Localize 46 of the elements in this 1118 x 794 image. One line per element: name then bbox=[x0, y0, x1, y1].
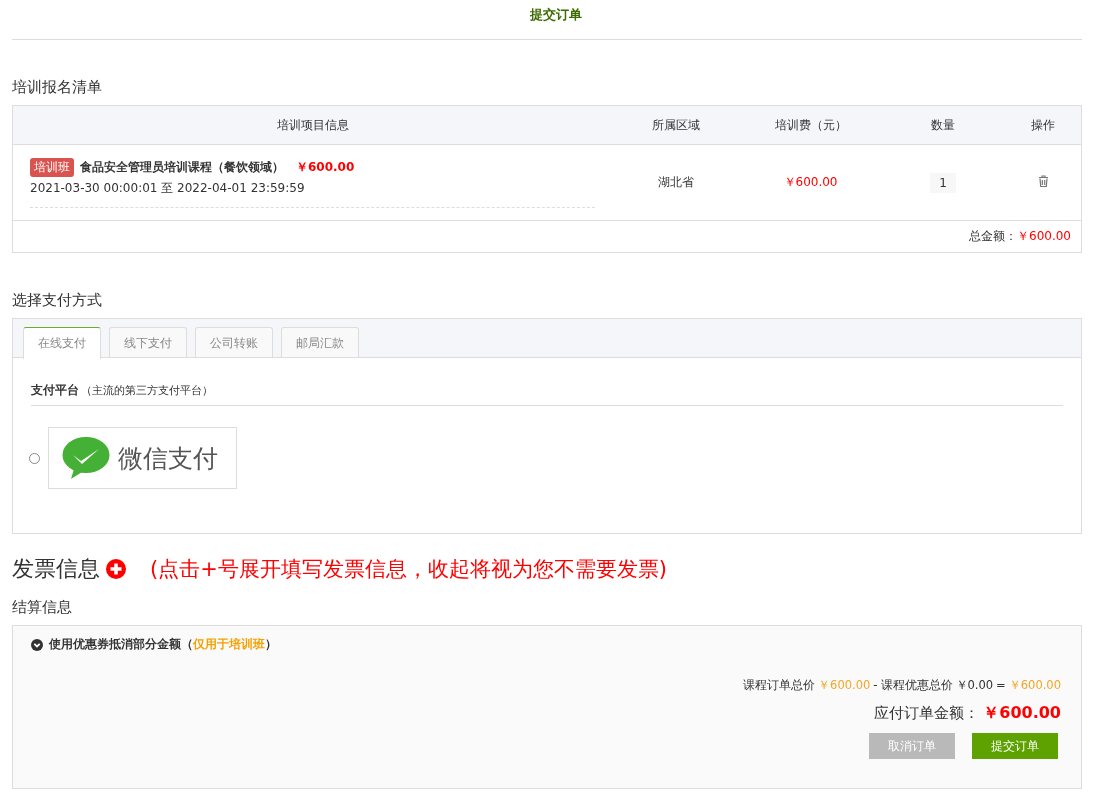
chevron-down-icon[interactable] bbox=[31, 638, 43, 651]
column-header: 数量 bbox=[930, 116, 956, 134]
payment-tab[interactable]: 在线支付 bbox=[23, 327, 101, 359]
payment-tab[interactable]: 公司转账 bbox=[195, 327, 273, 357]
column-header: 所属区域 bbox=[650, 116, 701, 134]
total-label: 总金额： bbox=[969, 228, 1017, 245]
page-title: 提交订单 bbox=[530, 5, 582, 24]
section-title: 结算信息 bbox=[12, 598, 73, 617]
trash-icon[interactable] bbox=[1037, 175, 1049, 187]
fee-cell-text: ￥600.00 bbox=[782, 174, 839, 191]
column-header: 培训费（元） bbox=[773, 116, 848, 134]
section-title: 培训报名清单 bbox=[12, 78, 103, 97]
quantity-field[interactable]: 1 bbox=[930, 172, 956, 193]
total-amount: ￥600.00 bbox=[1017, 228, 1071, 245]
course-name: 食品安全管理员培训课程（餐饮领域） bbox=[80, 159, 284, 175]
submit-order-button[interactable]: 提交订单 bbox=[972, 733, 1058, 759]
formula-operator: - bbox=[873, 678, 878, 693]
column-header: 操作 bbox=[1030, 116, 1056, 134]
course-tag: 培训班 bbox=[30, 157, 74, 177]
formula-amount: ￥600.00 bbox=[818, 678, 871, 693]
course-price: ￥600.00 bbox=[296, 158, 355, 176]
invoice-title: 发票信息 bbox=[12, 555, 100, 583]
payable-amount: ￥600.00 bbox=[983, 703, 1061, 724]
cancel-order-button[interactable]: 取消订单 bbox=[869, 733, 955, 759]
payment-tab[interactable]: 邮局汇款 bbox=[281, 327, 359, 357]
plus-icon[interactable] bbox=[106, 559, 126, 579]
wechat-pay-logo[interactable]: 微信支付 bbox=[48, 427, 237, 489]
platform-label: 支付平台 bbox=[31, 383, 79, 397]
invoice-hint: (点击+号展开填写发票信息，收起将视为您不需要发票) bbox=[150, 556, 667, 583]
wechat-pay-label: 微信支付 bbox=[118, 442, 218, 475]
formula-operator: = bbox=[996, 678, 1006, 693]
payable-label: 应付订单金额： bbox=[874, 704, 980, 723]
coupon-note: 仅用于培训班 bbox=[193, 637, 265, 652]
region-cell-text: 湖北省 bbox=[656, 174, 695, 191]
section-title: 选择支付方式 bbox=[12, 291, 103, 310]
formula-amount: ￥600.00 bbox=[1008, 678, 1061, 693]
course-period: 2021-03-30 00:00:01 至 2022-04-01 23:59:59 bbox=[30, 179, 595, 208]
payment-tab[interactable]: 线下支付 bbox=[109, 327, 187, 357]
formula-amount: ￥0.00 bbox=[955, 678, 994, 693]
column-header: 培训项目信息 bbox=[276, 116, 350, 134]
formula-label: 课程优惠总价 bbox=[880, 678, 953, 693]
coupon-label-end: ） bbox=[265, 637, 277, 652]
chat-bubble-check-icon bbox=[61, 436, 111, 480]
formula-label: 课程订单总价 bbox=[743, 678, 816, 693]
platform-note: （主流的第三方支付平台） bbox=[81, 384, 213, 397]
coupon-label[interactable]: 使用优惠券抵消部分金额（ bbox=[49, 637, 193, 652]
